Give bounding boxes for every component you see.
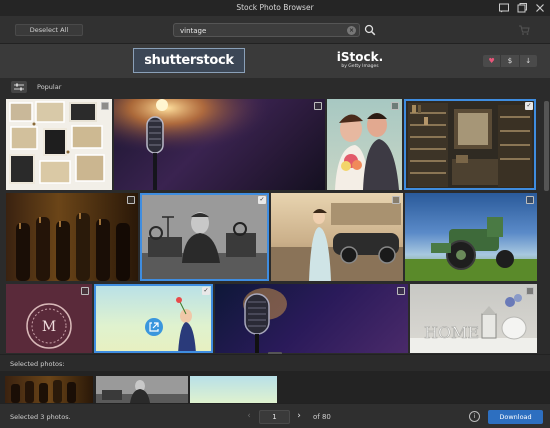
photo-tile[interactable]: [271, 193, 403, 281]
svg-text:HOME: HOME: [424, 323, 479, 342]
cart-icon[interactable]: [518, 24, 530, 36]
provider-bar: shutterstock iStock. by Getty Images ♥ $…: [0, 44, 550, 78]
filter-row: Popular: [0, 78, 550, 97]
photo-grid: ✓ ✓ M ✓ HOME: [0, 97, 543, 353]
istock-logo-subtext: by Getty Images: [341, 64, 379, 69]
selected-photos-header: Selected photos:: [0, 354, 550, 371]
photo-tile[interactable]: [327, 99, 402, 190]
photo-tile[interactable]: [114, 99, 325, 190]
photo-tile[interactable]: [6, 99, 112, 190]
photo-tile[interactable]: [405, 193, 537, 281]
favorites-heart-icon[interactable]: ♥: [483, 55, 502, 67]
close-icon[interactable]: [534, 2, 546, 14]
pricing-dollar-icon[interactable]: $: [501, 55, 520, 67]
deselect-all-button[interactable]: Deselect All: [15, 24, 83, 36]
select-checkbox[interactable]: [127, 196, 135, 204]
photo-tile[interactable]: M: [6, 284, 92, 353]
previous-page-icon[interactable]: ‹: [243, 410, 255, 422]
grid-scrollbar[interactable]: [543, 97, 550, 353]
selected-thumbnail[interactable]: [190, 376, 277, 403]
restore-icon[interactable]: [516, 2, 528, 14]
photo-tile[interactable]: ✓: [140, 193, 269, 281]
search-input[interactable]: [180, 25, 340, 36]
select-checkbox[interactable]: [526, 196, 534, 204]
clear-search-icon[interactable]: ×: [347, 26, 356, 35]
select-checkbox[interactable]: [314, 102, 322, 110]
filter-sliders-icon[interactable]: [11, 81, 27, 93]
select-checkbox[interactable]: [81, 287, 89, 295]
next-page-icon[interactable]: ›: [293, 410, 305, 422]
selected-thumbnail[interactable]: [96, 376, 188, 403]
footer: Selected 3 photos. ‹ › of 80 i Download: [0, 403, 550, 428]
search-icon[interactable]: [364, 24, 376, 36]
download-button[interactable]: Download: [488, 410, 543, 424]
feedback-icon[interactable]: [498, 2, 510, 14]
page-total: of 80: [313, 413, 331, 421]
sort-label: Popular: [37, 83, 62, 91]
photo-tile[interactable]: HOME: [410, 284, 537, 353]
provider-shutterstock-tab[interactable]: shutterstock: [133, 48, 245, 73]
select-checkbox[interactable]: ✓: [525, 102, 533, 110]
provider-actions: ♥ $ ↓: [483, 55, 537, 67]
title-bar: Stock Photo Browser: [0, 0, 550, 16]
selected-thumbnail[interactable]: [5, 376, 93, 403]
select-checkbox[interactable]: ✓: [258, 196, 266, 204]
selected-photos-strip: [0, 371, 550, 403]
photo-tile[interactable]: [215, 284, 408, 353]
select-checkbox[interactable]: [526, 287, 534, 295]
select-checkbox[interactable]: [397, 287, 405, 295]
photo-tile[interactable]: [6, 193, 138, 281]
info-icon[interactable]: i: [469, 411, 480, 422]
open-external-icon[interactable]: [145, 318, 163, 336]
toolbar: Deselect All ×: [0, 16, 550, 44]
selection-status: Selected 3 photos.: [10, 413, 71, 421]
select-checkbox[interactable]: [101, 102, 109, 110]
window-title: Stock Photo Browser: [236, 3, 314, 12]
photo-tile[interactable]: ✓: [404, 99, 536, 190]
select-checkbox[interactable]: [391, 102, 399, 110]
window-controls: [498, 2, 546, 14]
svg-text:M: M: [42, 319, 56, 335]
selected-photos-label: Selected photos:: [10, 360, 65, 368]
search-box: ×: [173, 23, 360, 37]
download-arrow-icon[interactable]: ↓: [520, 55, 537, 67]
istock-logo-text: iStock.: [336, 50, 384, 64]
select-checkbox[interactable]: [392, 196, 400, 204]
provider-istock-tab[interactable]: iStock. by Getty Images: [330, 50, 390, 72]
select-checkbox[interactable]: ✓: [202, 287, 210, 295]
page-number-input[interactable]: [259, 410, 290, 424]
scrollbar-thumb[interactable]: [544, 101, 549, 191]
